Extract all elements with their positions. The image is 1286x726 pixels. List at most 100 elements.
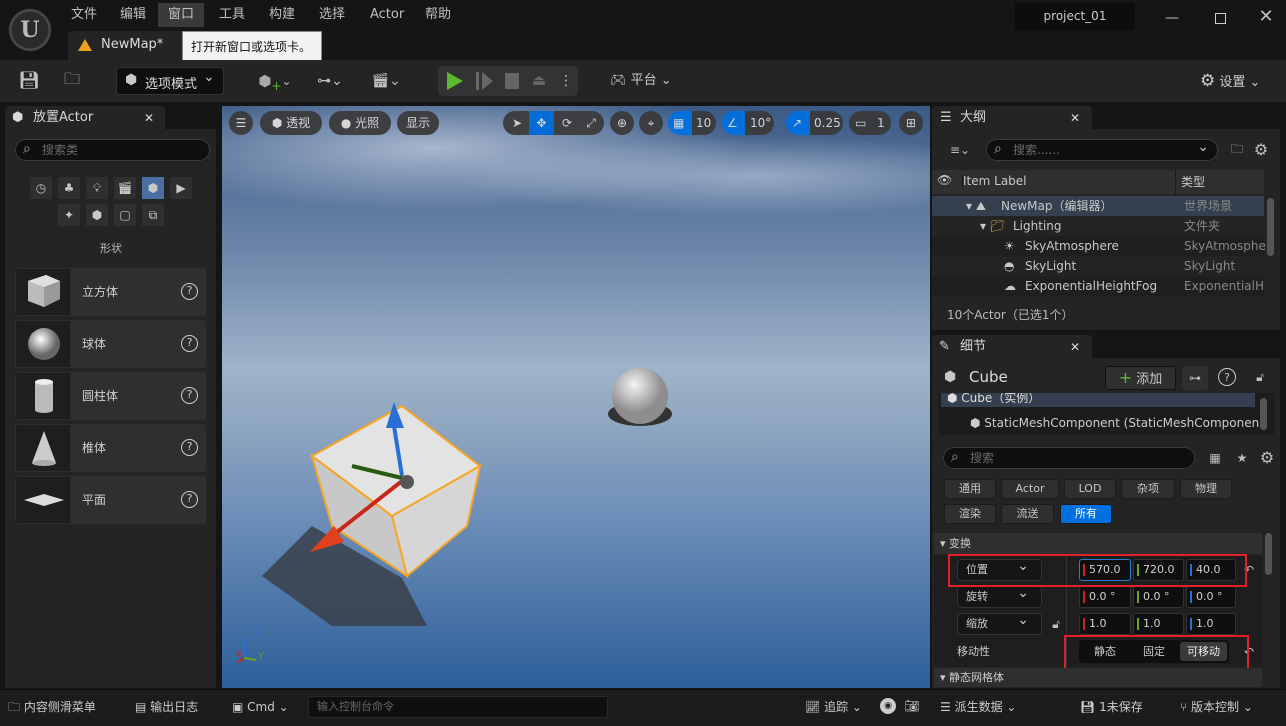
component-row[interactable]: ⬢ StaticMeshComponent (StaticMeshCompone… [970, 414, 1260, 432]
rotation-dropdown[interactable]: 旋转 [957, 583, 1042, 608]
filter-button[interactable]: ≡⌄ [944, 140, 976, 160]
settings-button[interactable]: ⚙ 设置 ⌄ [1200, 70, 1260, 92]
shape-item-plane[interactable]: 平面? [15, 476, 206, 524]
derived-data-button[interactable]: ☰ 派生数据 ⌄ [940, 691, 1016, 723]
mode-select-button[interactable]: ⬢ 选项模式 ⌄ [116, 67, 224, 95]
rotation-y-field[interactable]: 0.0 ° [1133, 586, 1184, 608]
cinematics-button[interactable]: 🎬︎⌄ [366, 68, 406, 94]
mesh-section-header[interactable]: ▾ 静态网格体 [934, 668, 1262, 687]
lighting-button[interactable]: ● 光照 [329, 111, 391, 135]
add-actor-button[interactable]: ⬢ + ⌄ [255, 68, 295, 94]
rotate-tool[interactable]: ⟳ [556, 111, 578, 135]
menu-help[interactable]: 帮助 [415, 3, 461, 27]
menu-file[interactable]: 文件 [61, 3, 107, 27]
type-column[interactable]: 类型 [1175, 170, 1205, 194]
component-row-selected[interactable]: ⬢ Cube（实例） [941, 393, 1255, 407]
lights-icon[interactable]: 💡︎ [86, 177, 108, 199]
filter-all[interactable]: 所有 [1060, 504, 1112, 524]
scale-x-field[interactable]: 1.0 [1079, 613, 1131, 635]
viewport-menu-button[interactable]: ☰ [229, 111, 253, 135]
scale-y-field[interactable]: 1.0 [1133, 613, 1184, 635]
select-tool[interactable]: ➤ [507, 111, 527, 135]
close-button[interactable]: ✕ [1256, 6, 1276, 27]
eject-button[interactable]: ⏏ [529, 70, 549, 90]
menu-actor[interactable]: Actor [360, 3, 414, 27]
outliner-scrollbar[interactable] [1267, 198, 1274, 256]
help-icon[interactable]: ? [181, 335, 198, 352]
outliner-row[interactable]: ☁ ExponentialHeightFog ExponentialHe [932, 276, 1264, 296]
cinematic-icon[interactable]: 🎬︎ [114, 177, 136, 199]
outliner-search-input[interactable]: ⌕ 搜索...... ⌄ [986, 139, 1218, 161]
scale-lock-icon[interactable]: 🔓︎ [1048, 615, 1064, 633]
unsaved-button[interactable]: 💾︎ 1未保存 [1080, 691, 1143, 723]
record-icon[interactable]: ◉ [880, 698, 896, 714]
basic-icon[interactable]: ♣ [58, 177, 80, 199]
details-settings-icon[interactable]: ⚙ [1258, 448, 1276, 467]
trace-button[interactable]: 📈︎ 追踪 ⌄ [805, 691, 862, 723]
output-log-button[interactable]: ▤ 输出日志 [135, 691, 198, 723]
help-icon[interactable]: ? [181, 439, 198, 456]
platform-button[interactable]: 🎮︎ 平台 ⌄ [610, 70, 672, 92]
shape-item-cylinder[interactable]: 圆柱体? [15, 372, 206, 420]
outliner-row[interactable]: ▾ ⛰ NewMap（编辑器） 世界场景 [932, 196, 1264, 216]
cmd-button[interactable]: ▣ Cmd ⌄ [232, 691, 289, 723]
rotation-snap-button[interactable]: ∠ 10° [722, 111, 774, 135]
world-space-button[interactable]: ⊕ [610, 111, 634, 135]
item-label-column[interactable]: Item Label [962, 174, 1027, 188]
all-classes-icon[interactable]: ⬢ [86, 204, 108, 226]
close-tab-icon[interactable]: ✕ [1070, 335, 1080, 359]
modes-icon[interactable]: ⧉ [142, 204, 164, 226]
menu-build[interactable]: 构建 [259, 3, 305, 27]
add-component-button[interactable]: + 添加 [1105, 366, 1176, 390]
level-viewport[interactable]: Z X Y [222, 106, 930, 688]
close-tab-icon[interactable]: ✕ [1070, 106, 1080, 130]
outliner-tab[interactable]: ☰ 大纲 ✕ [932, 106, 1092, 130]
filter-rendering[interactable]: 渲染 [944, 504, 996, 524]
chevron-down-icon[interactable]: ⌄ [1197, 137, 1209, 157]
menu-select[interactable]: 选择 [309, 3, 355, 27]
filter-physics[interactable]: 物理 [1180, 479, 1232, 499]
console-input[interactable]: 输入控制台命令 [308, 696, 608, 718]
stop-button[interactable] [505, 73, 519, 89]
menu-window[interactable]: 窗口 [158, 3, 205, 27]
filter-actor[interactable]: Actor [1001, 479, 1059, 499]
step-button[interactable] [476, 72, 493, 90]
filter-general[interactable]: 通用 [944, 479, 996, 499]
source-control-button[interactable]: ⑂ 版本控制 ⌄ [1180, 691, 1253, 723]
maximize-button[interactable] [1210, 8, 1230, 28]
rotation-x-field[interactable]: 0.0 ° [1079, 586, 1131, 608]
perspective-button[interactable]: ⬢ 透视 [260, 111, 322, 135]
visual-effects-icon[interactable]: ▶ [170, 177, 192, 199]
browse-icon[interactable]: 🗀 [60, 69, 84, 92]
minimize-button[interactable]: — [1162, 8, 1182, 28]
blueprint-button[interactable]: ⊶⌄ [310, 68, 350, 94]
scale-dropdown[interactable]: 缩放 [957, 610, 1042, 635]
place-actor-tab[interactable]: ⬢ 放置Actor ✕ [5, 106, 165, 130]
add-folder-icon[interactable]: 🗀 [1228, 141, 1246, 159]
details-search-input[interactable]: ⌕ 搜索 [943, 447, 1195, 469]
rotation-z-field[interactable]: 0.0 ° [1186, 586, 1236, 608]
more-options-icon[interactable]: ⋮ [559, 70, 573, 92]
outliner-row[interactable]: ◓ SkyLight SkyLight [932, 256, 1264, 276]
menu-tools[interactable]: 工具 [209, 3, 255, 27]
shapes-icon[interactable]: ⬢ [142, 177, 164, 199]
save-icon[interactable]: 💾︎ [18, 70, 40, 92]
ue-logo[interactable]: U [7, 7, 53, 53]
content-drawer-button[interactable]: 🗀 内容侧滑菜单 [8, 691, 96, 723]
outliner-row[interactable]: ▾ 📁︎ Lighting 文件夹 [932, 216, 1264, 236]
shape-item-sphere[interactable]: 球体? [15, 320, 206, 368]
visibility-column-icon[interactable]: 👁︎ [937, 173, 952, 187]
shape-item-cone[interactable]: 椎体? [15, 424, 206, 472]
show-button[interactable]: 显示 [397, 111, 439, 135]
transform-section-header[interactable]: ▾ 变换 [934, 533, 1262, 554]
snapshot-icon[interactable]: 📷︎ [904, 697, 920, 715]
blueprint-icon[interactable]: ⊶ [1182, 366, 1208, 390]
translate-tool[interactable]: ✥ [529, 111, 554, 135]
details-scrollbar[interactable] [1265, 533, 1272, 575]
lock-icon[interactable]: 🔓︎ [1252, 367, 1268, 387]
scale-snap-button[interactable]: ↗ 0.25 [786, 111, 843, 135]
favorites-icon[interactable]: ★ [1233, 449, 1251, 467]
outliner-settings-icon[interactable]: ⚙ [1252, 140, 1270, 159]
filter-lod[interactable]: LOD [1064, 479, 1116, 499]
menu-edit[interactable]: 编辑 [110, 3, 156, 27]
